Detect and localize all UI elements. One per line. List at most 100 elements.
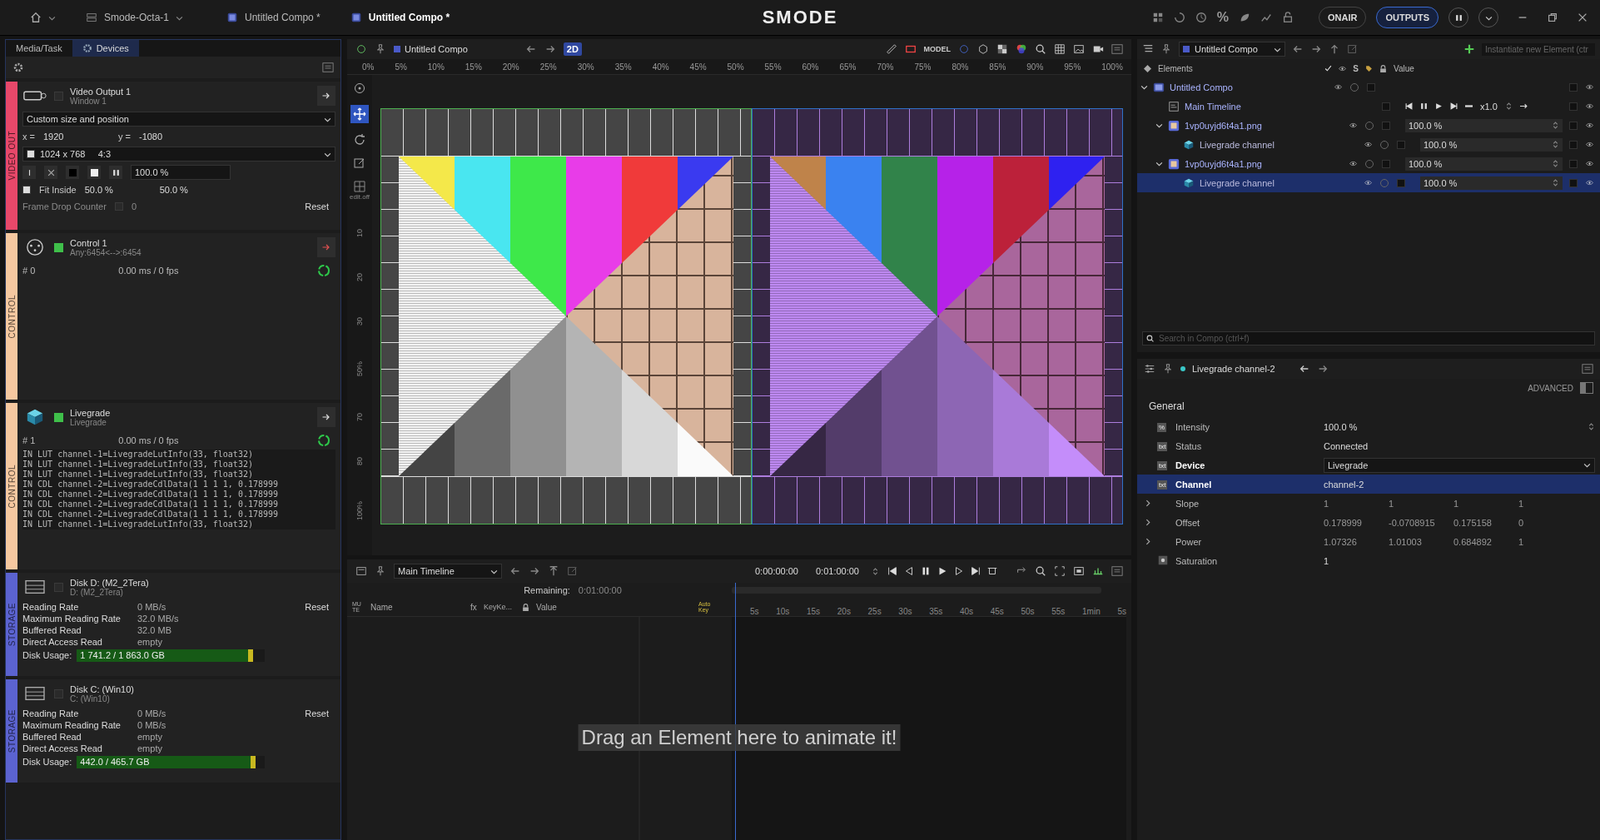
- vector-component[interactable]: 1: [1388, 498, 1454, 509]
- expand-arrow-icon[interactable]: [1140, 83, 1148, 91]
- lock-toggle[interactable]: [1366, 83, 1376, 92]
- mode-button[interactable]: [22, 165, 36, 179]
- forward-icon[interactable]: [528, 565, 541, 577]
- leaf-icon[interactable]: [1238, 11, 1251, 24]
- sync-icon[interactable]: [317, 433, 331, 448]
- loop-icon[interactable]: [1015, 565, 1028, 577]
- view-menu-icon[interactable]: [355, 43, 368, 55]
- frame-drop-checkbox[interactable]: [114, 202, 124, 211]
- playhead[interactable]: [735, 582, 736, 840]
- 2d-mode-button[interactable]: 2D: [563, 42, 582, 56]
- vector-component[interactable]: 1.01003: [1388, 536, 1454, 547]
- menu-button[interactable]: [1478, 7, 1499, 28]
- pin-icon[interactable]: [374, 43, 387, 55]
- intensity-field[interactable]: 100.0 %: [1405, 157, 1563, 171]
- tree-row[interactable]: 1vp0uyjd6t4a1.png 100.0 %: [1137, 154, 1600, 174]
- expand-arrow-icon[interactable]: [1155, 159, 1163, 168]
- spin-icon[interactable]: [1505, 102, 1513, 110]
- column-header[interactable]: Value: [536, 602, 692, 612]
- visible-icon[interactable]: [1585, 159, 1594, 168]
- edit-toggle[interactable]: [1569, 83, 1578, 92]
- property-row[interactable]: Slope 1111: [1137, 493, 1600, 513]
- intensity-field[interactable]: 100.0 %: [1420, 138, 1563, 152]
- edit-icon[interactable]: [1346, 43, 1359, 55]
- panel-tab[interactable]: Devices: [72, 39, 140, 57]
- onair-button[interactable]: ONAIR: [1318, 6, 1367, 29]
- test-pattern-image[interactable]: [751, 108, 1123, 525]
- lock-toggle[interactable]: [1381, 102, 1391, 111]
- intensity-field[interactable]: 100.0 %: [1420, 176, 1563, 190]
- time-ruler[interactable]: 5s10s15s20s25s30s35s40s45s50s55s1min5s: [731, 597, 1127, 617]
- dropdown-icon[interactable]: [48, 14, 56, 22]
- fit-y-field[interactable]: 50.0 %: [159, 184, 227, 195]
- cube-icon[interactable]: [977, 43, 989, 55]
- home-icon[interactable]: [29, 11, 42, 24]
- arrow-right-icon[interactable]: [1520, 102, 1528, 110]
- back-icon[interactable]: [1291, 43, 1304, 55]
- property-row[interactable]: Power 1.073261.010030.6848921: [1137, 531, 1600, 552]
- current-time[interactable]: 0:00:00:00: [755, 566, 799, 577]
- enable-checkbox[interactable]: [54, 243, 64, 253]
- panel-tab[interactable]: Media/Task: [5, 39, 73, 57]
- vector-component[interactable]: 1: [1518, 536, 1584, 547]
- pause-button[interactable]: [1448, 7, 1469, 28]
- vector-component[interactable]: 0.178999: [1323, 517, 1389, 528]
- back-icon[interactable]: [525, 43, 537, 55]
- pause-icon[interactable]: [919, 565, 932, 577]
- spin-icon[interactable]: [871, 567, 880, 576]
- white-button[interactable]: [87, 165, 101, 179]
- visible-icon[interactable]: [1364, 140, 1372, 149]
- outputs-button[interactable]: OUTPUTS: [1376, 6, 1439, 29]
- tree-row[interactable]: Livegrade channel 100.0 %: [1137, 173, 1600, 193]
- reset-button[interactable]: Reset: [304, 201, 336, 212]
- edit-toggle[interactable]: [1569, 140, 1578, 150]
- skip-end-icon[interactable]: [969, 565, 982, 577]
- list-icon[interactable]: [322, 61, 334, 74]
- black-button[interactable]: [65, 165, 80, 179]
- enable-checkbox[interactable]: [54, 582, 64, 592]
- loop-range-icon[interactable]: [986, 565, 999, 577]
- step-forward-icon[interactable]: [953, 565, 965, 577]
- lock-toggle[interactable]: [1381, 121, 1391, 130]
- lock-toggle[interactable]: [1396, 140, 1406, 150]
- color-channels-icon[interactable]: [1015, 43, 1028, 55]
- spin-icon[interactable]: [1587, 422, 1596, 431]
- visible-icon[interactable]: [1334, 83, 1342, 91]
- tree-row[interactable]: Livegrade channel 100.0 %: [1137, 134, 1600, 155]
- skip-end-icon[interactable]: [1450, 102, 1458, 110]
- y-field[interactable]: -1080: [139, 131, 206, 142]
- fit-icon[interactable]: [1053, 565, 1066, 577]
- minimize-icon[interactable]: [1516, 11, 1529, 24]
- zoom-icon[interactable]: [1034, 43, 1047, 55]
- checker-icon[interactable]: [996, 43, 1009, 55]
- layout-icon[interactable]: [1152, 11, 1164, 24]
- reset-button[interactable]: Reset: [304, 601, 336, 612]
- grid-icon[interactable]: [1053, 43, 1066, 55]
- enable-checkbox[interactable]: [54, 91, 64, 101]
- instantiate-field[interactable]: Instantiate new Element (ctr: [1481, 43, 1596, 56]
- up-icon[interactable]: [547, 565, 560, 577]
- property-row[interactable]: txt Status Connected: [1137, 436, 1600, 456]
- solo-toggle[interactable]: [1350, 83, 1359, 92]
- lock-toggle[interactable]: [1381, 159, 1391, 169]
- open-device-button[interactable]: [317, 237, 336, 258]
- vector-component[interactable]: 1: [1323, 498, 1389, 509]
- playback-speed[interactable]: x1.0: [1480, 101, 1498, 112]
- camera-icon[interactable]: [1092, 43, 1104, 55]
- intensity-field[interactable]: 100.0 %: [1405, 119, 1563, 133]
- enable-checkbox[interactable]: [54, 412, 64, 423]
- property-row[interactable]: txt Device Livegrade: [1137, 455, 1600, 475]
- back-icon[interactable]: [509, 565, 522, 577]
- vector-component[interactable]: 0: [1518, 517, 1584, 528]
- compo-selector[interactable]: Untitled Compo: [1178, 41, 1286, 57]
- resolution-dropdown[interactable]: 1024 x 768 4:3: [22, 146, 336, 162]
- vector-component[interactable]: -0.0708915: [1388, 517, 1454, 528]
- solo-toggle[interactable]: [1365, 121, 1374, 130]
- property-value[interactable]: 1: [1323, 556, 1596, 567]
- pause-icon[interactable]: [1420, 102, 1428, 110]
- step-back-icon[interactable]: [903, 565, 915, 577]
- property-value[interactable]: channel-2: [1323, 479, 1596, 490]
- forward-icon[interactable]: [1316, 362, 1329, 375]
- zoom-icon[interactable]: [1034, 565, 1047, 577]
- edit-toggle[interactable]: [1569, 102, 1578, 111]
